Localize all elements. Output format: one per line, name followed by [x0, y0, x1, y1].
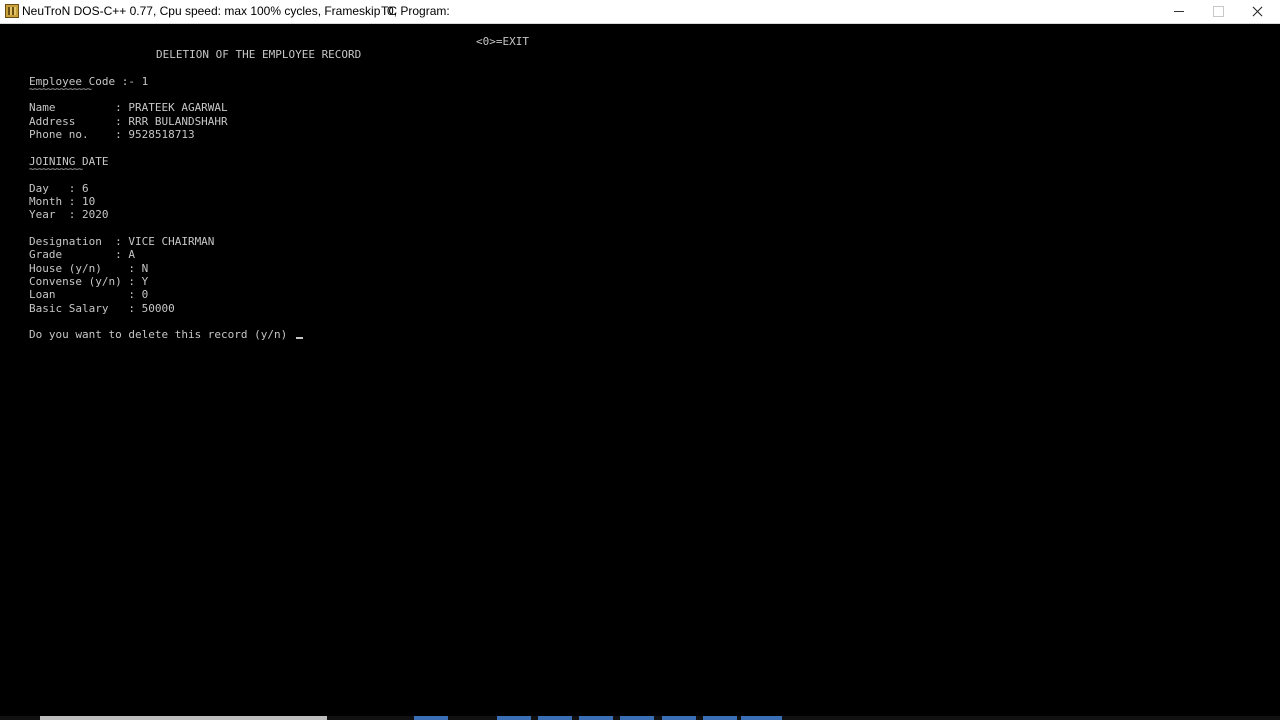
close-icon — [1252, 6, 1263, 17]
taskbar-segment[interactable] — [414, 716, 448, 720]
title-bar[interactable]: NeuTroN DOS-C++ 0.77, Cpu speed: max 100… — [0, 0, 1280, 24]
taskbar-segment[interactable] — [662, 716, 696, 720]
close-button[interactable] — [1237, 0, 1278, 23]
maximize-icon — [1213, 6, 1224, 17]
screen-heading: DELETION OF THE EMPLOYEE RECORD — [156, 48, 362, 61]
taskbar-segment[interactable] — [40, 716, 327, 720]
day-field: Day : 6 — [29, 182, 89, 195]
month-field: Month : 10 — [29, 195, 96, 208]
taskbar-segment[interactable] — [579, 716, 613, 720]
employee-code-underline: ~~~~~~~~~~~~~~ — [29, 85, 92, 95]
taskbar-segment[interactable] — [538, 716, 572, 720]
dosbox-window: NeuTroN DOS-C++ 0.77, Cpu speed: max 100… — [0, 0, 1280, 720]
convense-field: Convense (y/n) : Y — [29, 275, 149, 288]
minimize-icon — [1173, 11, 1184, 12]
phone-field: Phone no. : 9528518713 — [29, 128, 195, 141]
minimize-button[interactable] — [1158, 0, 1199, 23]
window-title-program: TC — [381, 4, 397, 18]
taskbar-segment[interactable] — [703, 716, 737, 720]
dosbox-app-icon[interactable] — [5, 4, 19, 18]
exit-hint: <0>=EXIT — [476, 35, 529, 48]
delete-confirm-prompt-text: Do you want to delete this record (y/n) — [29, 328, 294, 341]
taskbar-segment[interactable] — [620, 716, 654, 720]
year-field: Year : 2020 — [29, 208, 109, 221]
delete-confirm-prompt[interactable]: Do you want to delete this record (y/n) — [29, 328, 303, 341]
dos-console[interactable]: <0>=EXIT DELETION OF THE EMPLOYEE RECORD… — [0, 24, 1280, 720]
taskbar-segment[interactable] — [497, 716, 531, 720]
basic-salary-field: Basic Salary : 50000 — [29, 302, 175, 315]
grade-field: Grade : A — [29, 248, 135, 261]
taskbar-strip — [0, 716, 1280, 720]
maximize-button[interactable] — [1198, 0, 1239, 23]
loan-field: Loan : 0 — [29, 288, 149, 301]
name-field: Name : PRATEEK AGARWAL — [29, 101, 228, 114]
address-field: Address : RRR BULANDSHAHR — [29, 115, 228, 128]
taskbar-segment[interactable] — [741, 716, 782, 720]
joining-date-underline: ~~~~~~~~~~~~ — [29, 165, 83, 175]
designation-field: Designation : VICE CHAIRMAN — [29, 235, 215, 248]
house-field: House (y/n) : N — [29, 262, 149, 275]
text-cursor — [295, 337, 303, 339]
